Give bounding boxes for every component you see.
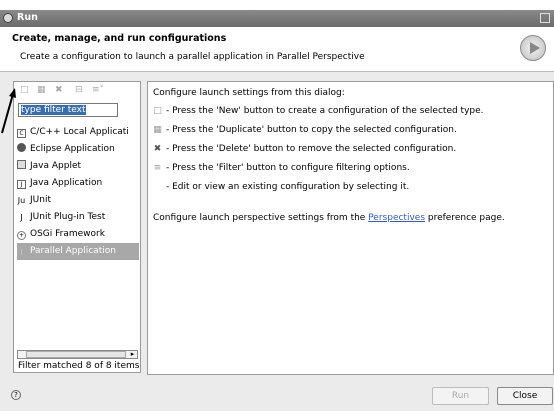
collapse-icon[interactable]: ⊟ xyxy=(75,86,84,95)
run-banner-icon xyxy=(520,35,546,61)
parallel-icon: ⋮ xyxy=(18,249,25,256)
info-line-text: - Press the 'Filter' button to configure… xyxy=(166,163,410,173)
tree-item-label: JUnit xyxy=(30,195,51,205)
scrollbar-thumb[interactable] xyxy=(26,351,126,358)
filter-placeholder: type filter text xyxy=(21,105,86,115)
info-line-filter: ≡ - Press the 'Filter' button to configur… xyxy=(153,163,410,173)
delete-icon[interactable]: ✖ xyxy=(55,86,64,95)
tree-item-label: Java Applet xyxy=(30,161,82,171)
config-tree-panel: □ ▦ ✖ ⊟ ≡˅ type filter text C C/C++ Local… xyxy=(13,81,141,373)
duplicate-icon[interactable]: ▦ xyxy=(37,86,46,95)
title-bar: Run xyxy=(0,10,554,27)
window-icon xyxy=(3,13,13,23)
tree-horizontal-scrollbar[interactable]: ▸ xyxy=(17,350,138,359)
tree-item-junit-plugin[interactable]: J JUnit Plug-in Test xyxy=(17,209,139,226)
header-title: Create, manage, and run configurations xyxy=(12,33,227,44)
new-config-icon: □ xyxy=(153,106,162,116)
info-intro: Configure launch settings from this dial… xyxy=(153,88,345,98)
junit-plugin-icon: J xyxy=(20,213,23,222)
info-line-text: - Press the 'Delete' button to remove th… xyxy=(166,144,457,154)
header-subtitle: Create a configuration to launch a paral… xyxy=(20,52,365,62)
tree-item-eclipse[interactable]: Eclipse Application xyxy=(17,141,139,158)
duplicate-icon: ▦ xyxy=(153,125,162,135)
filter-input[interactable]: type filter text xyxy=(18,103,118,117)
tree-item-c-cpp[interactable]: C C/C++ Local Applicati xyxy=(17,124,139,141)
close-button[interactable]: Close xyxy=(497,387,553,405)
window-title: Run xyxy=(17,12,38,23)
scroll-right-icon[interactable]: ▸ xyxy=(128,351,137,358)
tree-item-parallel-application[interactable]: ⋮ Parallel Application xyxy=(17,243,139,260)
run-button[interactable]: Run xyxy=(432,387,489,405)
tree-item-label: Parallel Application xyxy=(30,246,116,256)
tree-item-osgi[interactable]: + OSGi Framework xyxy=(17,226,139,243)
info-line-text: - Edit or view an existing configuration… xyxy=(166,182,410,192)
perspective-suffix: preference page. xyxy=(425,213,505,223)
osgi-icon: + xyxy=(17,231,26,240)
info-line-text: - Press the 'New' button to create a con… xyxy=(166,106,484,116)
pointer-arrow-icon xyxy=(1,88,16,134)
config-info-panel: Configure launch settings from this dial… xyxy=(147,81,554,375)
tree-item-label: Java Application xyxy=(30,178,103,188)
info-line-edit: - Edit or view an existing configuration… xyxy=(153,182,409,192)
maximize-button[interactable] xyxy=(540,13,550,23)
tree-toolbar: □ ▦ ✖ ⊟ ≡˅ xyxy=(14,82,140,98)
tree-item-label: OSGi Framework xyxy=(30,229,105,239)
dialog-header: Create, manage, and run configurations C… xyxy=(0,27,554,72)
eclipse-icon xyxy=(17,143,26,152)
java-applet-icon xyxy=(17,160,26,169)
tree-item-java-application[interactable]: J Java Application xyxy=(17,175,139,192)
new-config-icon[interactable]: □ xyxy=(20,86,29,95)
tree-item-label: Eclipse Application xyxy=(30,144,115,154)
filter-icon: ≡ xyxy=(153,163,162,173)
info-line-text: - Press the 'Duplicate' button to copy t… xyxy=(166,125,457,135)
info-line-duplicate: ▦ - Press the 'Duplicate' button to copy … xyxy=(153,125,457,135)
c-cpp-icon: C xyxy=(17,129,26,138)
tree-item-junit[interactable]: Ju JUnit xyxy=(17,192,139,209)
filter-status: Filter matched 8 of 8 items xyxy=(18,361,140,371)
filter-icon[interactable]: ≡˅ xyxy=(92,86,110,95)
tree-item-label: JUnit Plug-in Test xyxy=(30,212,106,222)
help-icon[interactable]: ? xyxy=(11,390,21,400)
perspectives-link[interactable]: Perspectives xyxy=(368,213,425,223)
info-perspective: Configure launch perspective settings fr… xyxy=(153,213,505,223)
java-app-icon: J xyxy=(17,180,26,189)
perspective-prefix: Configure launch perspective settings fr… xyxy=(153,213,369,223)
tree-item-label: C/C++ Local Applicati xyxy=(30,127,129,137)
tree-item-java-applet[interactable]: Java Applet xyxy=(17,158,139,175)
junit-icon: Ju xyxy=(17,196,26,205)
delete-icon: ✖ xyxy=(153,144,162,154)
info-line-delete: ✖ - Press the 'Delete' button to remove t… xyxy=(153,144,456,154)
info-line-new: □ - Press the 'New' button to create a co… xyxy=(153,106,484,116)
